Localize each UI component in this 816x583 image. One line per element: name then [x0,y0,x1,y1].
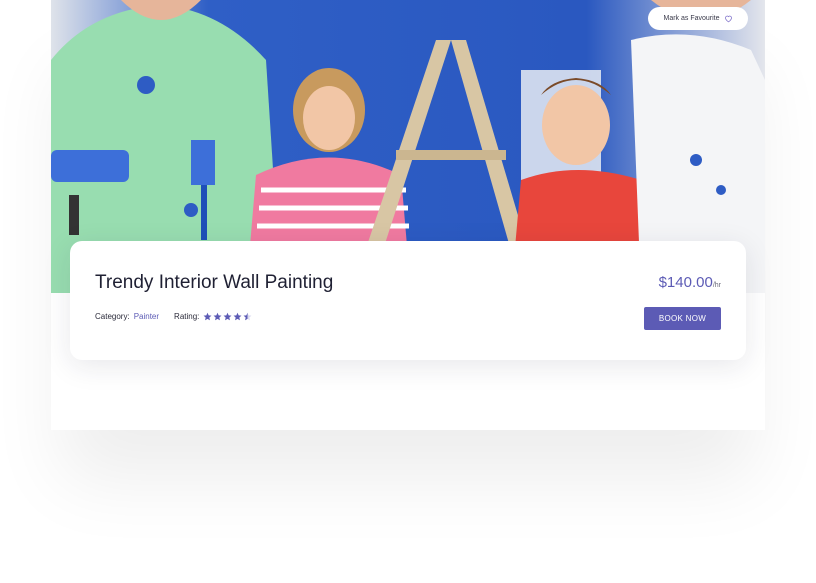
listing-meta: Category: Painter Rating: [95,312,252,321]
category-label: Category: [95,312,130,321]
rating-stars [203,312,252,321]
listing-info-card: Trendy Interior Wall Painting $140.00/hr… [70,241,746,360]
category-link[interactable]: Painter [134,312,159,321]
listing-title: Trendy Interior Wall Painting [95,272,334,293]
star-full-icon [203,312,212,321]
mark-favourite-button[interactable]: Mark as Favourite [648,7,748,30]
mark-favourite-label: Mark as Favourite [663,15,720,22]
star-full-icon [223,312,232,321]
star-full-icon [233,312,242,321]
price-unit: /hr [712,282,721,289]
star-half-icon [243,312,252,321]
book-now-button[interactable]: BOOK NOW [644,307,721,330]
price-value: $140.00 [658,274,713,291]
star-full-icon [213,312,222,321]
heart-outline-icon [724,15,732,23]
rating-label: Rating: [174,312,200,321]
price-block: $140.00/hr [659,274,721,292]
